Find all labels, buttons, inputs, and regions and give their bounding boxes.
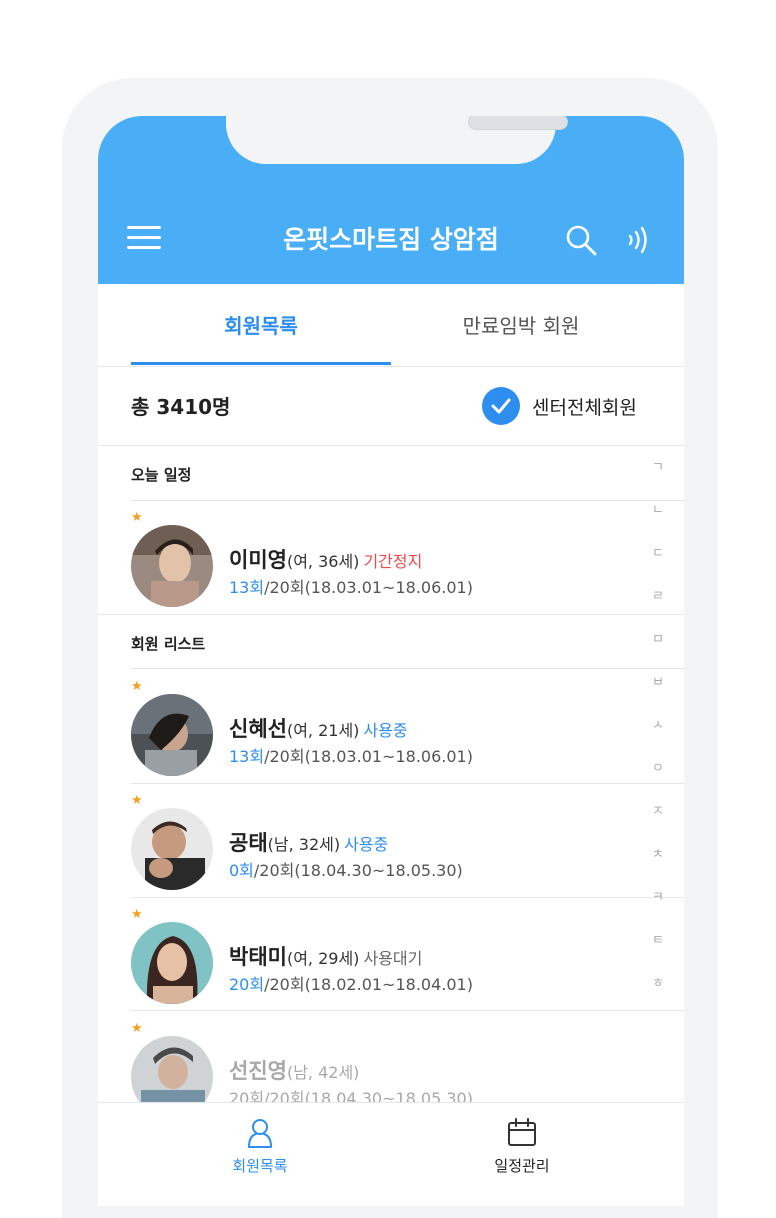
star-icon: ★ xyxy=(131,510,143,525)
status-badge: 기간정지 xyxy=(363,552,423,571)
phone-speaker xyxy=(468,116,568,130)
index-letter[interactable]: ㄴ xyxy=(646,499,670,542)
used-sessions: 20회 xyxy=(229,975,265,994)
search-icon[interactable] xyxy=(564,223,598,257)
star-icon: ★ xyxy=(131,1021,143,1036)
index-letter[interactable]: ㄱ xyxy=(646,456,670,499)
index-letter[interactable]: ㅅ xyxy=(646,714,670,757)
member-usage: 0회/20회(18.04.30~18.05.30) xyxy=(229,857,463,881)
tab-member-list[interactable]: 회원목록 xyxy=(131,310,391,339)
member-usage: 13회/20회(18.03.01~18.06.01) xyxy=(229,574,473,598)
member-row[interactable]: ★ 공태(남, 32세) 사용중 0회/20회(18.04.30~18.05.30… xyxy=(131,793,641,903)
consonant-index: ㄱ ㄴ ㄷ ㄹ ㅁ ㅂ ㅅ ㅇ ㅈ ㅊ ㅋ ㅌ ㅎ xyxy=(646,456,670,1015)
tab-bar: 회원목록 만료임박 회원 xyxy=(98,284,684,367)
index-letter[interactable]: ㄹ xyxy=(646,585,670,628)
checkmark-icon xyxy=(491,398,511,414)
member-name-line: 공태(남, 32세) 사용중 xyxy=(229,827,388,857)
member-name-line: 신혜선(여, 21세) 사용중 xyxy=(229,713,408,743)
used-sessions: 13회 xyxy=(229,747,265,766)
divider xyxy=(131,668,684,669)
divider xyxy=(131,783,684,784)
member-row[interactable]: ★ 신혜선(여, 21세) 사용중 13회/20회(18.03.01~18.06.… xyxy=(131,679,641,789)
section-title-today: 오늘 일정 xyxy=(131,466,192,484)
status-badge: 사용중 xyxy=(344,835,389,854)
nfc-icon[interactable] xyxy=(624,223,658,257)
bottom-navigation: 회원목록 일정관리 xyxy=(98,1102,684,1206)
member-row-today[interactable]: ★ 이미영(여, 36세) 기간정지 13회/20회(18.03.01~18.06… xyxy=(131,510,641,620)
user-icon xyxy=(248,1119,272,1148)
divider xyxy=(131,500,684,501)
member-name: 신혜선 xyxy=(229,717,287,741)
section-title-members: 회원 리스트 xyxy=(131,635,206,653)
member-meta: (여, 29세) xyxy=(286,949,360,968)
index-letter[interactable]: ㅈ xyxy=(646,800,670,843)
index-letter[interactable]: ㅊ xyxy=(646,843,670,886)
member-name-line: 선진영(남, 42세) xyxy=(229,1055,359,1085)
status-badge: 사용대기 xyxy=(363,949,423,968)
active-tab-indicator xyxy=(131,362,391,365)
member-name: 이미영 xyxy=(229,548,287,572)
member-name: 공태 xyxy=(229,831,268,855)
center-all-members-label[interactable]: 센터전체회원 xyxy=(532,393,637,420)
member-name: 선진영 xyxy=(229,1059,287,1083)
nav-member-list[interactable]: 회원목록 xyxy=(160,1117,360,1176)
nav-label: 회원목록 xyxy=(232,1157,288,1175)
divider xyxy=(98,614,684,615)
index-letter[interactable]: ㅌ xyxy=(646,929,670,972)
divider xyxy=(131,1010,684,1011)
calendar-icon xyxy=(508,1118,536,1146)
avatar xyxy=(131,694,213,776)
member-meta: (여, 36세) xyxy=(286,552,360,571)
divider xyxy=(131,897,684,898)
session-period: /20회(18.03.01~18.06.01) xyxy=(264,747,473,766)
avatar xyxy=(131,808,213,890)
nav-label: 일정관리 xyxy=(494,1157,550,1175)
index-letter[interactable]: ㅇ xyxy=(646,757,670,800)
session-period: /20회(18.04.30~18.05.30) xyxy=(253,861,463,880)
index-letter[interactable]: ㅁ xyxy=(646,628,670,671)
member-row[interactable]: ★ 박태미(여, 29세) 사용대기 20회/20회(18.02.01~18.04… xyxy=(131,907,641,1017)
index-letter[interactable]: ㅋ xyxy=(646,886,670,929)
status-badge: 사용중 xyxy=(363,721,408,740)
total-count: 총 3410명 xyxy=(131,395,231,419)
used-sessions: 0회 xyxy=(229,861,254,880)
phone-notch xyxy=(226,116,568,164)
member-name-line: 박태미(여, 29세) 사용대기 xyxy=(229,941,422,971)
member-name: 박태미 xyxy=(229,945,287,969)
star-icon: ★ xyxy=(131,907,143,922)
member-meta: (여, 21세) xyxy=(286,721,360,740)
member-usage: 20회/20회(18.02.01~18.04.01) xyxy=(229,971,473,995)
star-icon: ★ xyxy=(131,679,143,694)
member-summary: 총 3410명 센터전체회원 xyxy=(98,367,684,446)
app-header: 온핏스마트짐 상암점 xyxy=(98,116,684,284)
session-period: /20회(18.02.01~18.04.01) xyxy=(264,975,473,994)
center-all-members-checkbox[interactable] xyxy=(482,387,520,425)
index-letter[interactable]: ㄷ xyxy=(646,542,670,585)
member-meta: (남, 32세) xyxy=(267,835,341,854)
index-letter[interactable]: ㅂ xyxy=(646,671,670,714)
tab-expiring-members[interactable]: 만료임박 회원 xyxy=(391,310,651,339)
nav-schedule[interactable]: 일정관리 xyxy=(422,1117,622,1176)
member-usage: 13회/20회(18.03.01~18.06.01) xyxy=(229,743,473,767)
session-period: /20회(18.03.01~18.06.01) xyxy=(264,578,473,597)
index-letter[interactable]: ㅎ xyxy=(646,972,670,1015)
member-meta: (남, 42세) xyxy=(286,1063,360,1082)
used-sessions: 13회 xyxy=(229,578,265,597)
avatar xyxy=(131,525,213,607)
app-screen: 온핏스마트짐 상암점 회원목록 만료임박 회원 총 3410명 센터전체회원 오… xyxy=(98,116,684,1206)
member-name-line: 이미영(여, 36세) 기간정지 xyxy=(229,544,422,574)
star-icon: ★ xyxy=(131,793,143,808)
avatar xyxy=(131,922,213,1004)
